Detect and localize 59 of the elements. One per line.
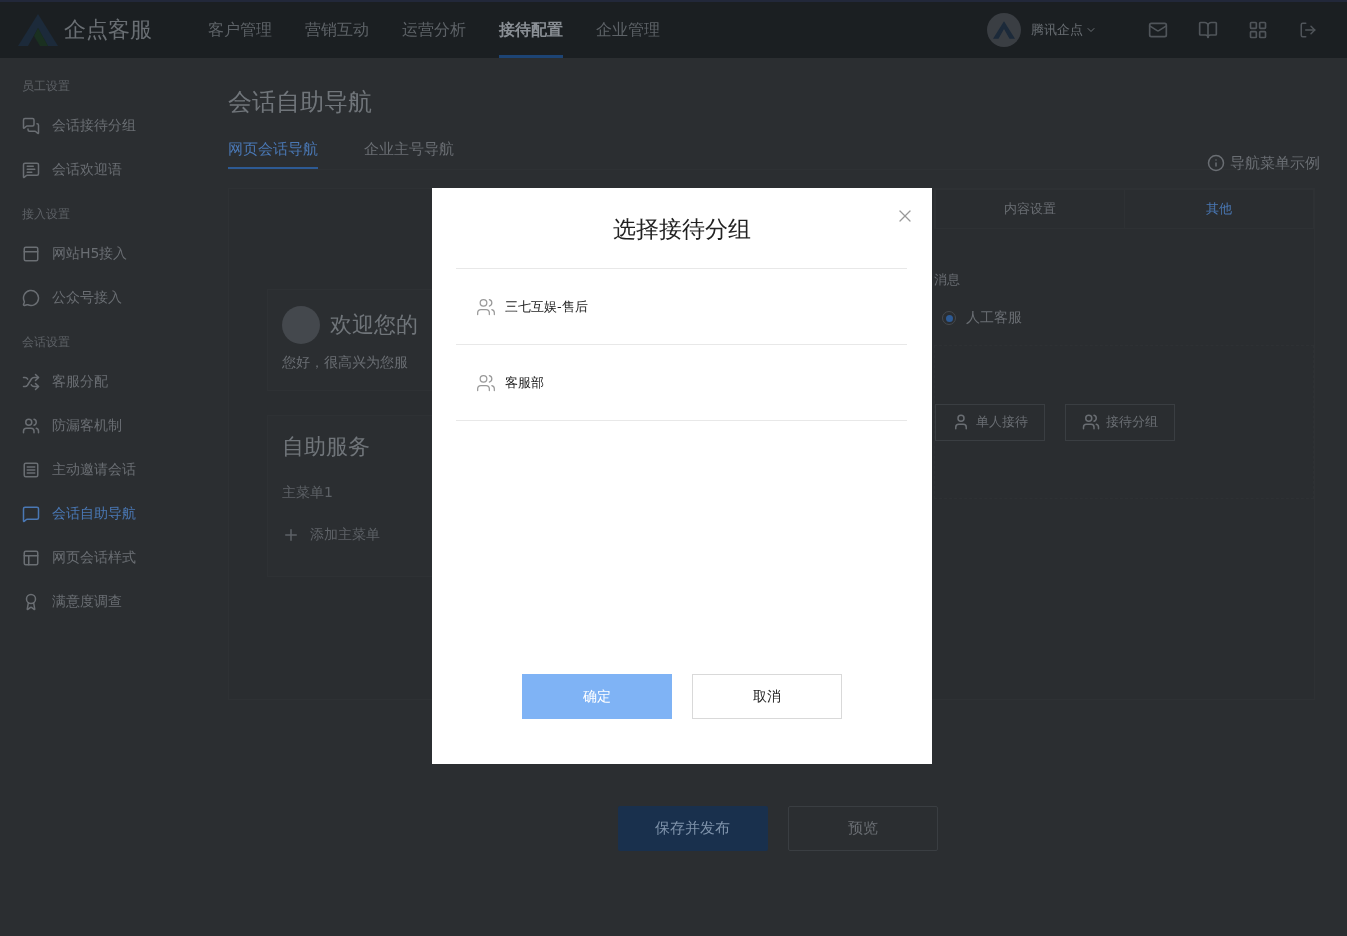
- book-icon[interactable]: [1198, 20, 1218, 40]
- card-title: 自助服务: [282, 433, 371, 461]
- cancel-button[interactable]: 取消: [691, 674, 842, 719]
- settings-tab[interactable]: 内容设置: [935, 190, 1124, 228]
- logout-icon[interactable]: [1299, 21, 1317, 39]
- nav-tab[interactable]: 运营分析: [402, 2, 466, 58]
- nav-tab[interactable]: 客户管理: [208, 2, 272, 58]
- plus-icon: [282, 526, 300, 544]
- radio-option[interactable]: 人工客服: [942, 309, 1314, 327]
- group-item[interactable]: 三七互娱-售后: [456, 269, 907, 345]
- sidebar-item[interactable]: 主动邀请会话: [22, 448, 210, 492]
- publish-button[interactable]: 保存并发布: [617, 806, 768, 851]
- users-icon: [1082, 413, 1100, 431]
- field-label: 消息: [934, 271, 961, 289]
- sidebar-item[interactable]: 会话接待分组: [22, 104, 210, 148]
- logo-icon: [18, 14, 58, 46]
- sidebar-item[interactable]: 防漏客机制: [22, 404, 210, 448]
- example-link[interactable]: 导航菜单示例: [1207, 151, 1320, 175]
- page-title: 会话自助导航: [228, 87, 373, 118]
- sidebar-item[interactable]: 网页会话样式: [22, 536, 210, 580]
- mail-icon[interactable]: [1148, 20, 1168, 40]
- chat-bubble-icon: [22, 161, 40, 179]
- nav-tab[interactable]: 企业管理: [596, 2, 660, 58]
- sidebar-item[interactable]: 公众号接入: [22, 276, 210, 320]
- nav-tab[interactable]: 接待配置: [499, 2, 563, 58]
- settings-tab[interactable]: 其他: [1124, 190, 1313, 228]
- welcome-title: 欢迎您的: [330, 311, 418, 339]
- shuffle-icon: [22, 373, 40, 391]
- sidebar-item[interactable]: 客服分配: [22, 360, 210, 404]
- sidebar-item[interactable]: 网站H5接入: [22, 232, 210, 276]
- nav-tab[interactable]: 营销互动: [305, 2, 369, 58]
- welcome-text: 您好，很高兴为您服: [282, 354, 409, 372]
- users-icon: [476, 372, 496, 393]
- users-icon: [22, 417, 40, 435]
- chat-bubble-icon: [22, 505, 40, 523]
- menu-square-icon: [22, 461, 40, 479]
- dialog-title: 选择接待分组: [456, 188, 907, 269]
- radio-label: 人工客服: [966, 309, 1022, 327]
- preview-button[interactable]: 预览: [787, 806, 938, 851]
- user-icon: [952, 413, 970, 431]
- avatar-placeholder: [282, 306, 320, 344]
- group-item[interactable]: 客服部: [456, 345, 907, 421]
- page-tab[interactable]: 企业主号导航: [364, 140, 454, 169]
- panel-icon: [22, 245, 40, 263]
- info-icon: [1207, 154, 1225, 172]
- layout-icon: [22, 549, 40, 567]
- sidebar-item[interactable]: 满意度调查: [22, 580, 210, 624]
- logo-text: 企点客服: [64, 16, 152, 44]
- confirm-button[interactable]: 确定: [521, 674, 672, 719]
- page-tab[interactable]: 网页会话导航: [228, 140, 318, 169]
- account-menu[interactable]: 腾讯企点: [1031, 21, 1097, 39]
- users-icon: [476, 296, 496, 317]
- reception-button[interactable]: 单人接待: [935, 403, 1045, 441]
- reception-button[interactable]: 接待分组: [1065, 403, 1175, 441]
- avatar[interactable]: [987, 13, 1021, 47]
- sidebar-item[interactable]: 会话欢迎语: [22, 148, 210, 192]
- chat-bubbles-icon: [22, 117, 40, 135]
- sidebar-item[interactable]: 会话自助导航: [22, 492, 210, 536]
- grid-icon[interactable]: [1248, 20, 1268, 40]
